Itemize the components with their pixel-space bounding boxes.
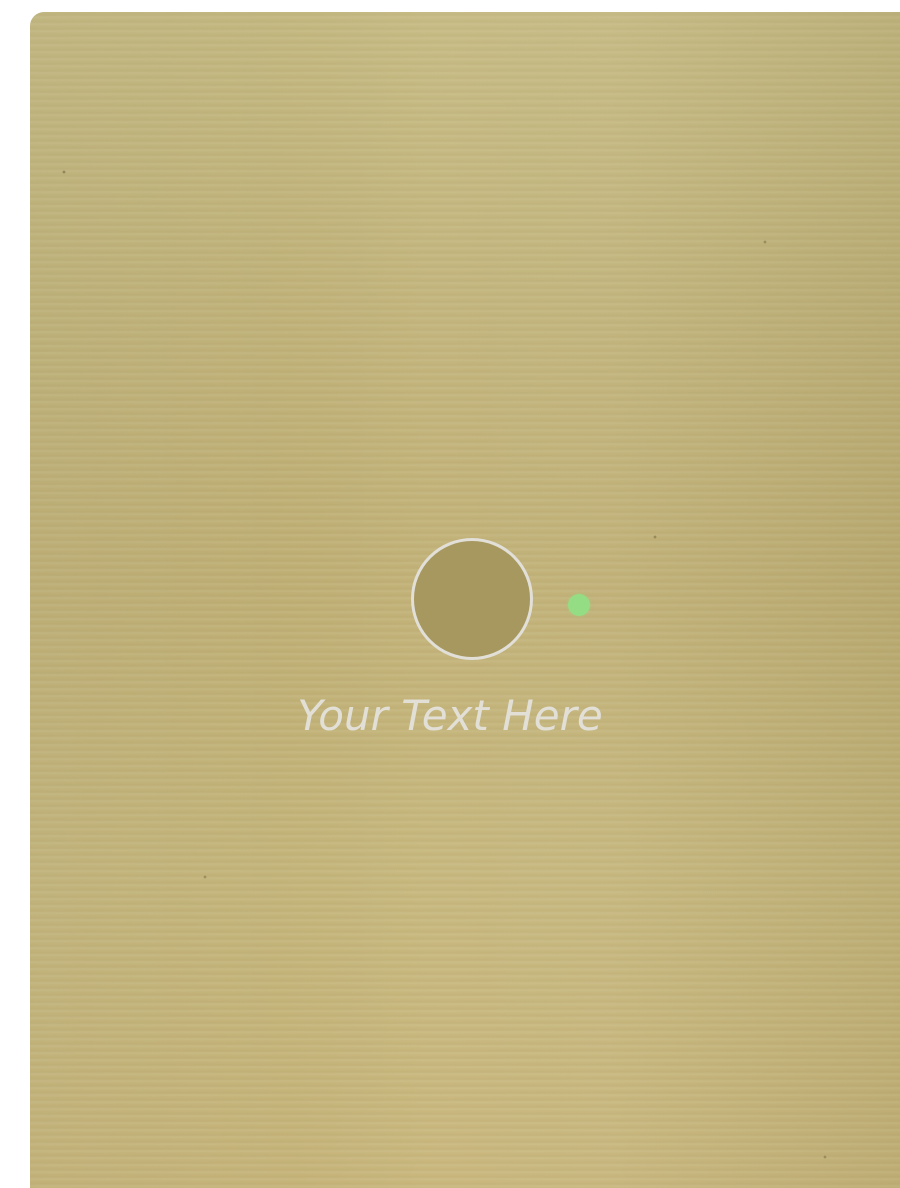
green-status-dot-icon [568, 594, 590, 616]
caption-text: Your Text Here [297, 691, 603, 740]
circular-control-button[interactable] [411, 538, 533, 660]
app-window: Your Text Here [0, 0, 900, 1188]
